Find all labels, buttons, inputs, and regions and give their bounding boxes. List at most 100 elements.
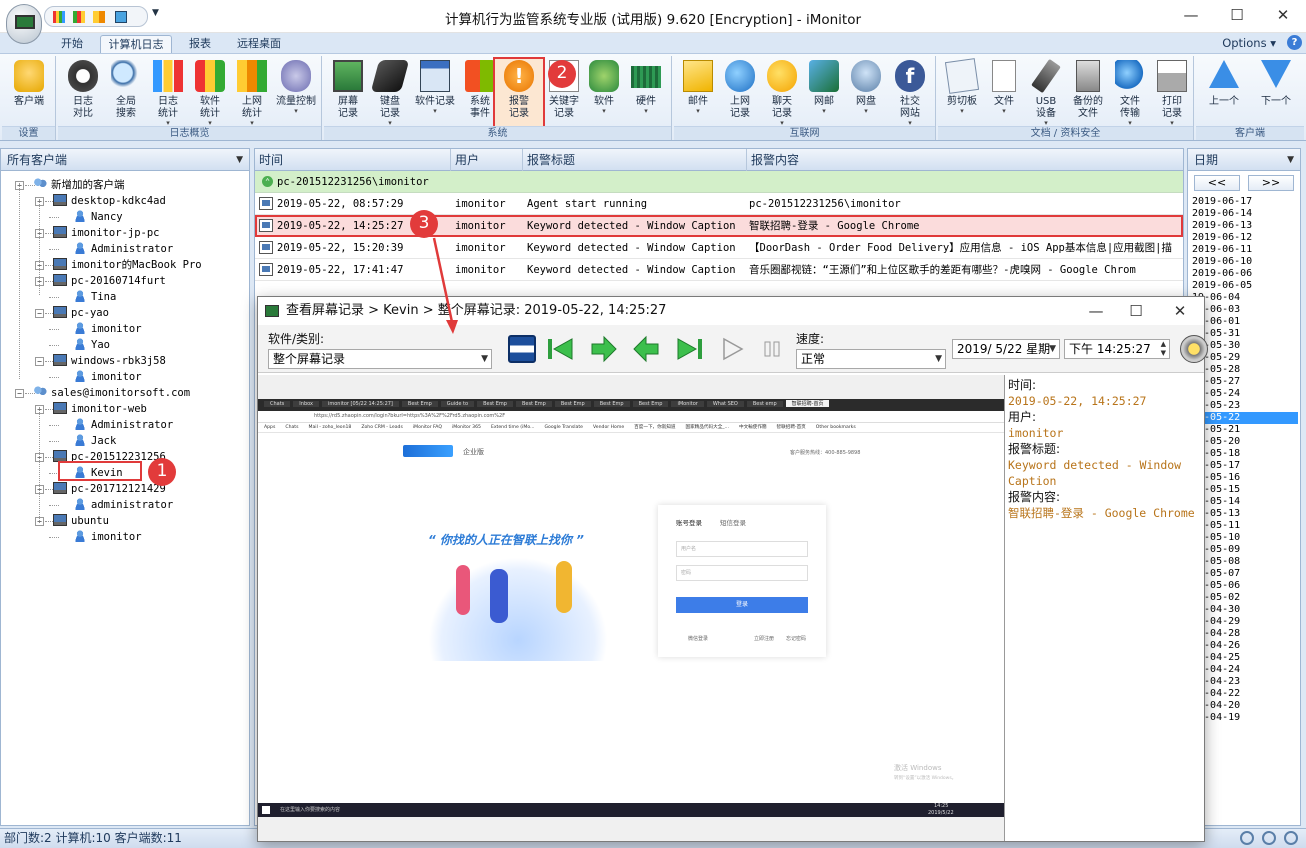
tree-node-pc[interactable]: windows-rbk3j58 bbox=[53, 353, 166, 369]
date-prev-button[interactable]: << bbox=[1194, 175, 1240, 191]
options-menu[interactable]: Options ▾ bbox=[1222, 36, 1276, 50]
register-link[interactable]: 立即注册 bbox=[754, 635, 774, 642]
windows-start-icon[interactable] bbox=[262, 806, 270, 814]
date-item[interactable]: 19-05-22 bbox=[1192, 412, 1298, 424]
collapse-icon[interactable]: ⌃ bbox=[262, 176, 273, 187]
sync-clock-icon[interactable] bbox=[1180, 335, 1208, 363]
tree-expander[interactable]: − bbox=[35, 357, 44, 366]
bookmark-item[interactable]: 国家精品代码大全_... bbox=[686, 425, 729, 430]
forgot-link[interactable]: 忘记密码 bbox=[786, 635, 806, 642]
bookmark-item[interactable]: 百度一下，你就知道 bbox=[634, 425, 675, 430]
date-item[interactable]: 2019-06-10 bbox=[1192, 256, 1298, 268]
last-frame-button[interactable] bbox=[674, 333, 706, 365]
web-record-button[interactable]: 上网记录 bbox=[720, 58, 760, 120]
tree-node-pc[interactable]: pc-201712121429 bbox=[53, 481, 166, 497]
tab-computer-log[interactable]: 计算机日志 bbox=[100, 35, 172, 53]
column-user[interactable]: 用户 bbox=[451, 149, 523, 171]
date-item[interactable]: 2019-06-05 bbox=[1192, 280, 1298, 292]
tree-node-user[interactable]: Administrator bbox=[73, 417, 173, 433]
date-item[interactable]: 19-05-13 bbox=[1192, 508, 1298, 520]
software-stats-button[interactable]: 软件统计 ▾ bbox=[190, 58, 230, 127]
browser-tab[interactable]: iMonitor bbox=[671, 401, 704, 407]
date-next-button[interactable]: >> bbox=[1248, 175, 1294, 191]
date-item[interactable]: 19-05-20 bbox=[1192, 436, 1298, 448]
file-transfer-button[interactable]: 文件传输 ▾ bbox=[1110, 58, 1150, 127]
date-item[interactable]: 19-05-11 bbox=[1192, 520, 1298, 532]
software-button[interactable]: 软件 ▾ bbox=[586, 58, 622, 115]
client-button[interactable]: 客户端 bbox=[4, 58, 54, 108]
chevron-down-icon[interactable]: ▼ bbox=[1287, 149, 1294, 171]
date-item[interactable]: 19-05-24 bbox=[1192, 388, 1298, 400]
bookmark-item[interactable]: Vendor Home bbox=[593, 425, 624, 430]
social-site-button[interactable]: f 社交网站 ▾ bbox=[888, 58, 932, 127]
tree-node-pc[interactable]: imonitor-jp-pc bbox=[53, 225, 160, 241]
username-input[interactable]: 用户名 bbox=[676, 541, 808, 557]
date-item[interactable]: 19-05-18 bbox=[1192, 448, 1298, 460]
tree-node-pc[interactable]: imonitor的MacBook Pro bbox=[53, 257, 202, 273]
tree-node-pc[interactable]: pc-yao bbox=[53, 305, 109, 321]
browser-tab[interactable]: Best Emp bbox=[401, 401, 438, 407]
date-item[interactable]: 19-05-27 bbox=[1192, 376, 1298, 388]
forward-button[interactable] bbox=[588, 333, 620, 365]
bookmark-item[interactable]: iMonitor FAQ bbox=[413, 425, 442, 430]
browser-tab[interactable]: Inbox bbox=[293, 401, 319, 407]
minimize-button[interactable]: — bbox=[1168, 4, 1214, 28]
save-button[interactable] bbox=[506, 333, 538, 365]
chevron-down-icon[interactable]: ▼ bbox=[236, 149, 243, 171]
password-input[interactable]: 密码 bbox=[676, 565, 808, 581]
tab-start[interactable]: 开始 bbox=[50, 35, 94, 53]
date-item[interactable]: 19-05-06 bbox=[1192, 580, 1298, 592]
date-item[interactable]: 19-05-08 bbox=[1192, 556, 1298, 568]
tree-node-user[interactable]: administrator bbox=[73, 497, 173, 513]
tree-node-user[interactable]: imonitor bbox=[73, 369, 142, 385]
zoom-in-icon[interactable] bbox=[1262, 831, 1276, 845]
pause-button[interactable] bbox=[756, 333, 788, 365]
clipboard-button[interactable]: 剪切板 ▾ bbox=[942, 58, 982, 115]
tree-node-user[interactable]: Yao bbox=[73, 337, 110, 353]
tree-expander[interactable]: − bbox=[15, 389, 24, 398]
date-item[interactable]: 19-04-23 bbox=[1192, 676, 1298, 688]
dialog-title-bar[interactable]: 查看屏幕记录 > Kevin > 整个屏幕记录: 2019-05-22, 14:… bbox=[258, 297, 1204, 325]
date-item[interactable]: 19-05-14 bbox=[1192, 496, 1298, 508]
netdisk-button[interactable]: 网盘 ▾ bbox=[846, 58, 886, 115]
browser-tab[interactable]: What SEO bbox=[706, 401, 744, 407]
date-item[interactable]: 19-05-23 bbox=[1192, 400, 1298, 412]
browser-tab[interactable]: Best Emp bbox=[554, 401, 591, 407]
tree-expander[interactable]: − bbox=[35, 309, 44, 318]
help-icon[interactable]: ? bbox=[1287, 35, 1302, 50]
spin-icon[interactable]: ▲ ▼ bbox=[1161, 340, 1166, 358]
time-spinner[interactable]: 下午 14:25:27 ▲ ▼ bbox=[1064, 339, 1170, 359]
date-item[interactable]: 19-05-31 bbox=[1192, 328, 1298, 340]
date-item[interactable]: 19-04-28 bbox=[1192, 628, 1298, 640]
alarm-record-button[interactable]: ! 报警记录 bbox=[493, 57, 545, 131]
speed-select[interactable]: 正常 ▼ bbox=[796, 349, 946, 369]
tree-node-user[interactable]: Administrator bbox=[73, 241, 173, 257]
date-item[interactable]: 2019-06-13 bbox=[1192, 220, 1298, 232]
column-alarm-content[interactable]: 报警内容 bbox=[747, 149, 1183, 171]
date-item[interactable]: 2019-06-11 bbox=[1192, 244, 1298, 256]
tree-node-pc[interactable]: imonitor-web bbox=[53, 401, 147, 417]
column-alarm-title[interactable]: 报警标题 bbox=[523, 149, 747, 171]
first-frame-button[interactable] bbox=[544, 333, 576, 365]
traffic-control-button[interactable]: 流量控制 ▾ bbox=[272, 58, 320, 115]
browser-tab[interactable]: Best Emp bbox=[515, 401, 552, 407]
group-row[interactable]: ⌃ pc-201512231256\imonitor bbox=[255, 171, 1183, 193]
date-item[interactable]: 2019-06-06 bbox=[1192, 268, 1298, 280]
play-button[interactable] bbox=[716, 333, 748, 365]
dialog-close-button[interactable]: ✕ bbox=[1160, 299, 1200, 323]
login-tab-sms[interactable]: 短信登录 bbox=[720, 517, 746, 527]
global-search-button[interactable]: 全局搜索 bbox=[106, 58, 146, 120]
login-tab-account[interactable]: 账号登录 bbox=[676, 517, 702, 527]
screen-record-button[interactable]: 屏幕记录 bbox=[328, 58, 368, 120]
zoom-out-icon[interactable] bbox=[1240, 831, 1254, 845]
bookmark-item[interactable]: 智联招聘-首页 bbox=[777, 425, 806, 430]
date-item[interactable]: 19-05-09 bbox=[1192, 544, 1298, 556]
bookmark-item[interactable]: 中文輸使作簡 bbox=[739, 425, 767, 430]
browser-tab[interactable]: Best emp bbox=[746, 401, 783, 407]
tree-node-pc[interactable]: ubuntu bbox=[53, 513, 109, 529]
bookmark-item[interactable]: Chats bbox=[285, 425, 298, 430]
bookmark-item[interactable]: Other bookmarks bbox=[816, 425, 856, 430]
dialog-minimize-button[interactable]: — bbox=[1076, 299, 1116, 323]
browser-tab[interactable]: Chats bbox=[264, 401, 291, 407]
print-record-button[interactable]: 打印记录 ▾ bbox=[1152, 58, 1192, 127]
